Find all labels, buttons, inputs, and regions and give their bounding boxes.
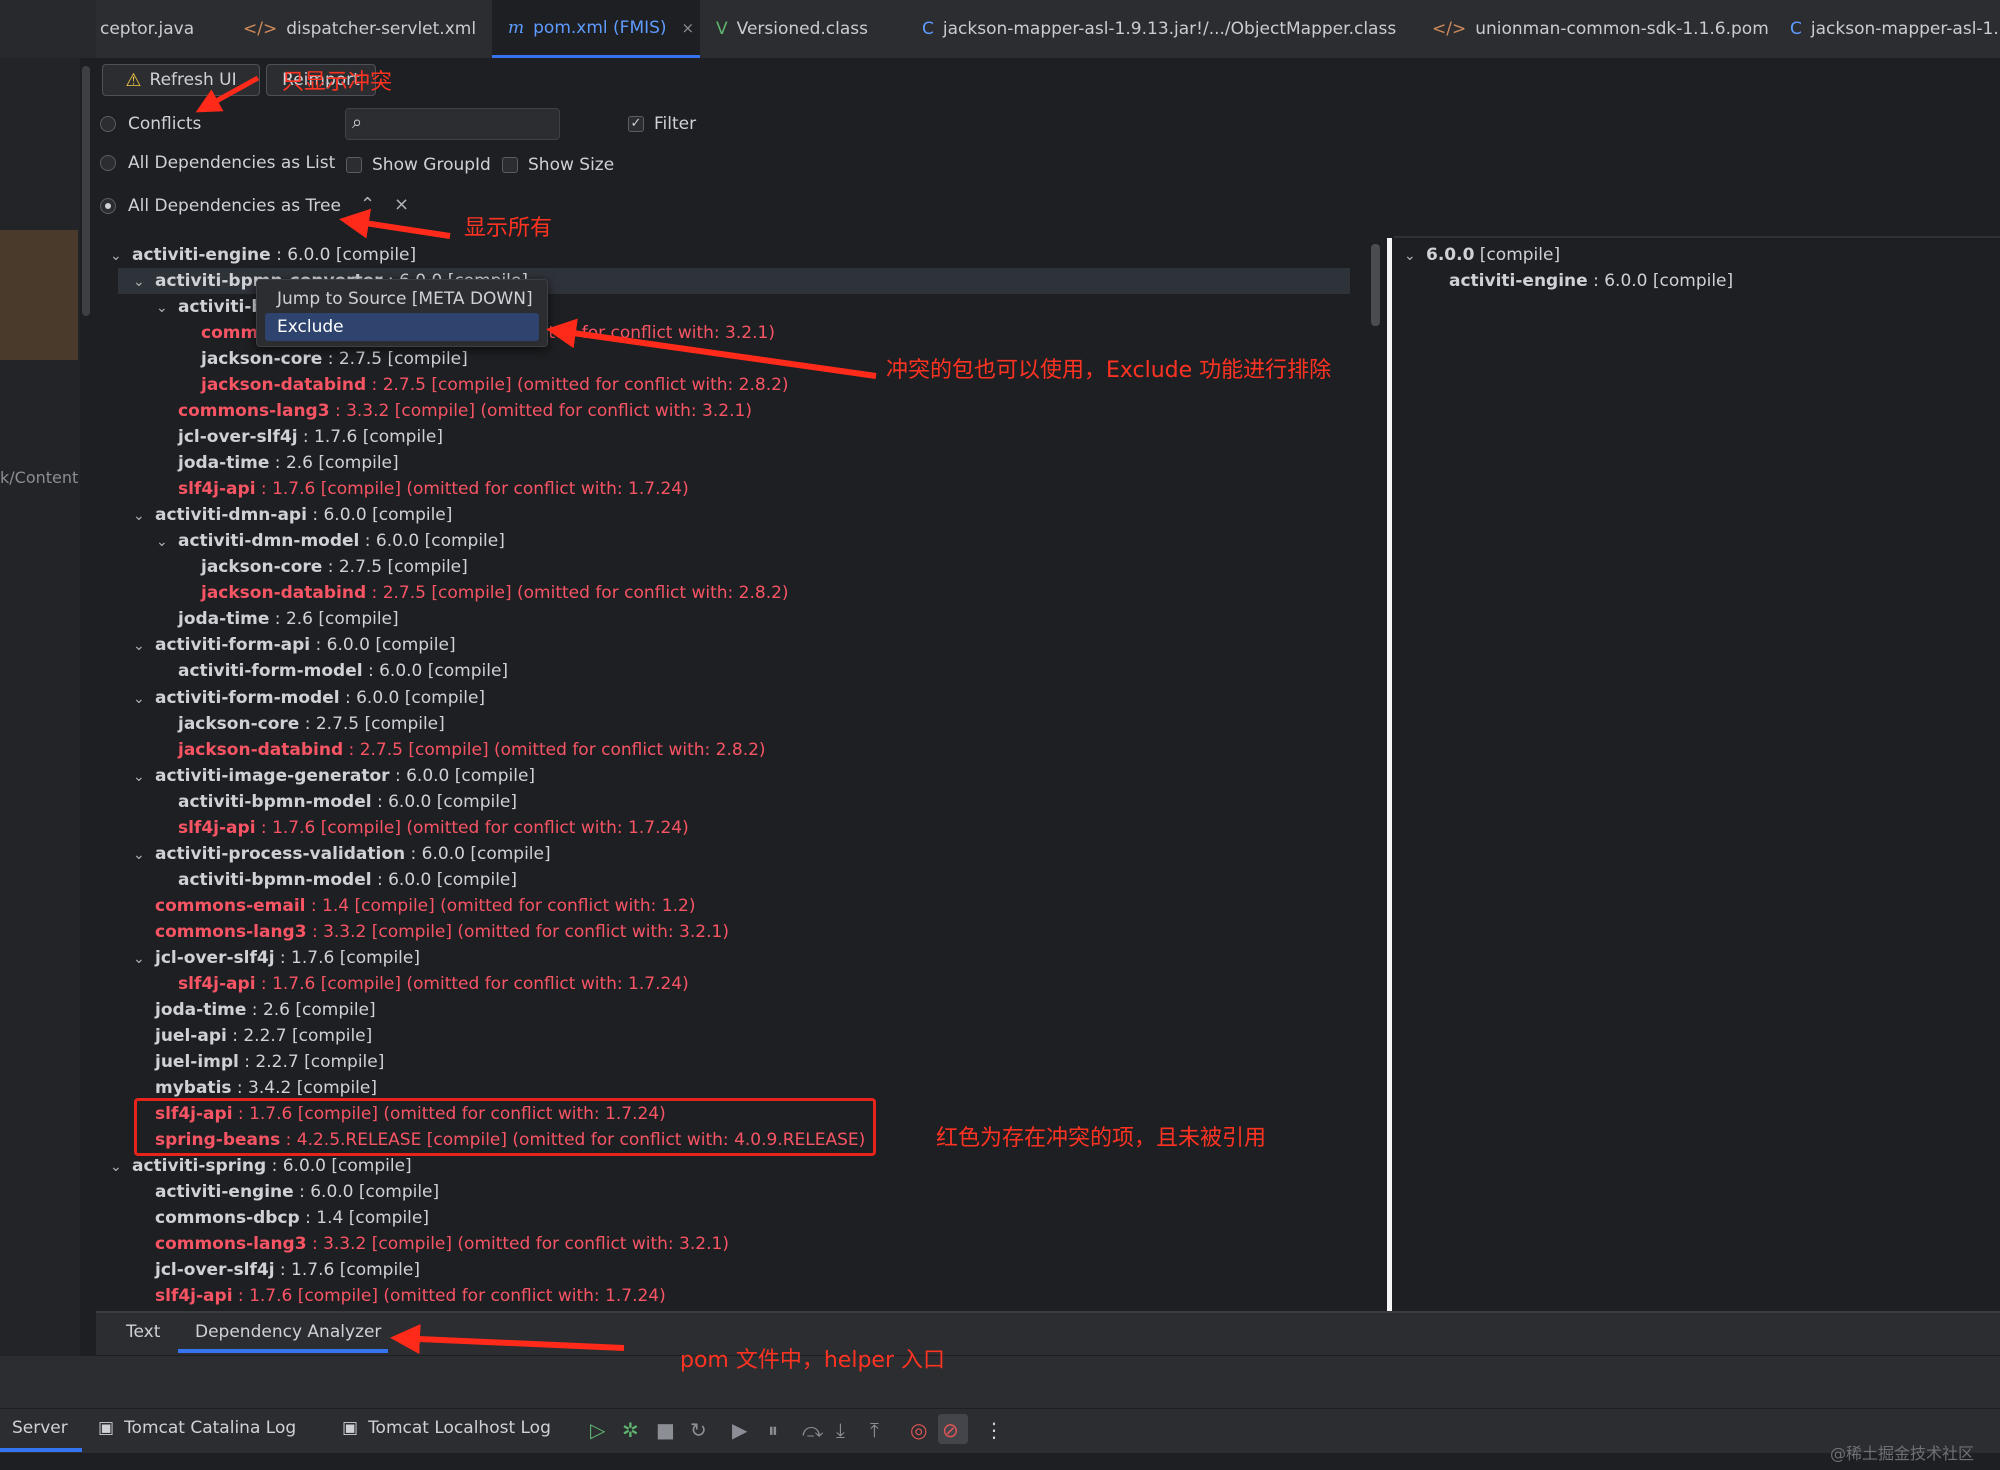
arrow-conflicts — [195, 75, 260, 113]
arrow-analyzer — [390, 1324, 625, 1355]
arrow-tree — [339, 208, 451, 239]
annotation-arrows — [195, 75, 877, 1355]
watermark: @稀土掘金技术社区 — [1830, 1444, 1975, 1463]
arrow-exclude — [546, 318, 877, 379]
